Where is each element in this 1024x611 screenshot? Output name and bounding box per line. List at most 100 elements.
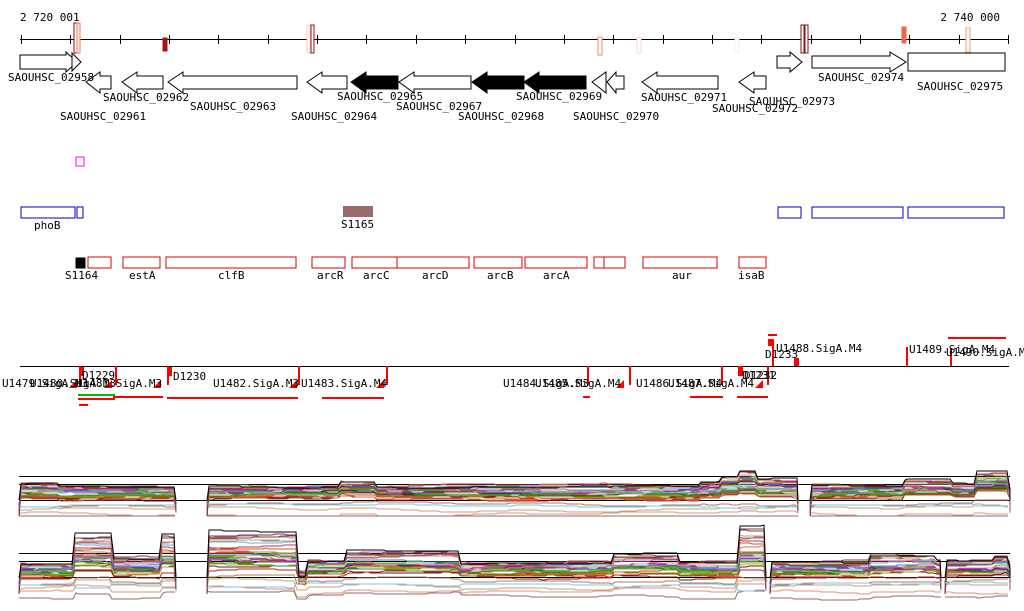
gene-arrow-SAOUHSC_02962[interactable] — [121, 71, 164, 94]
feature-box-arcB[interactable] — [473, 256, 523, 269]
gene-arrow-SAOUHSC_02958[interactable] — [19, 50, 78, 74]
plot-gridline — [19, 553, 1010, 554]
feature-box-phoB-small[interactable] — [76, 206, 84, 219]
feature-box-S1164[interactable] — [75, 257, 86, 269]
gene-label-SAOUHSC_02974: SAOUHSC_02974 — [818, 71, 905, 84]
gene-label-SAOUHSC_02973: SAOUHSC_02973 — [749, 95, 836, 108]
gene-arrow-SAOUHSC_02975[interactable] — [907, 52, 1006, 72]
feature-box-red-unnamed-1[interactable] — [87, 256, 112, 269]
ruler-variant-mark[interactable] — [965, 27, 971, 53]
ruler-variant-mark[interactable] — [597, 36, 603, 56]
gene-label-SAOUHSC_02970-head: SAOUHSC_02970 — [573, 110, 660, 123]
plot-trace-low — [770, 589, 941, 595]
plot-trace-low — [19, 591, 175, 600]
feature-box-blue-right-1[interactable] — [777, 206, 802, 219]
feature-box-red-unnamed-2[interactable] — [593, 256, 605, 269]
plot-trace-low — [207, 510, 799, 517]
plot-trace-low — [19, 507, 175, 511]
ruler-tick — [465, 35, 466, 44]
plot-gridline — [19, 476, 1010, 477]
flag-pole-up[interactable] — [906, 347, 908, 366]
plot-trace-low — [945, 595, 1008, 599]
gene-label-SAOUHSC_02961: SAOUHSC_02961 — [60, 110, 147, 123]
feature-box-arcR[interactable] — [311, 256, 346, 269]
gene-arrow-SAOUHSC_02974[interactable] — [811, 51, 907, 73]
feature-box-arcA[interactable] — [524, 256, 588, 269]
transcript-underline[interactable] — [167, 397, 298, 399]
gene-label-SAOUHSC_02975: SAOUHSC_02975 — [917, 80, 1004, 93]
flag-label-D1230[interactable]: D1230 — [173, 371, 206, 382]
feature-label-phoB: phoB — [34, 219, 61, 232]
ruler-tick — [169, 35, 170, 44]
ruler-tick — [218, 35, 219, 44]
feature-box-clfB[interactable] — [165, 256, 297, 269]
flag-pole-down[interactable] — [629, 366, 631, 385]
gene-label-SAOUHSC_02958: SAOUHSC_02958 — [8, 71, 95, 84]
ruler-tick — [663, 35, 664, 44]
gene-label-SAOUHSC_02969: SAOUHSC_02969 — [516, 90, 603, 103]
flag-dash-up[interactable] — [768, 334, 777, 336]
ruler-variant-mark[interactable] — [804, 24, 809, 54]
plot-trace-low — [945, 591, 1008, 595]
flag-box-up[interactable] — [768, 339, 773, 346]
transcript-underline[interactable] — [737, 396, 768, 398]
feature-label-S1164: S1164 — [65, 269, 99, 282]
ruler-variant-mark[interactable] — [901, 26, 907, 44]
ruler-tick — [909, 35, 910, 44]
feature-box-red-unnamed-3[interactable] — [603, 256, 626, 269]
feature-box-aur[interactable] — [642, 256, 718, 269]
flag-box-down[interactable] — [167, 367, 172, 376]
gene-arrow-SAOUHSC_02963[interactable] — [167, 71, 298, 94]
feature-box-blue-right-2[interactable] — [811, 206, 904, 219]
transcript-underline[interactable] — [79, 404, 88, 406]
ruler-variant-mark[interactable] — [310, 24, 315, 54]
gene-arrow-SAOUHSC_02971[interactable] — [641, 71, 719, 94]
ruler-tick — [515, 35, 516, 44]
ruler-variant-mark[interactable] — [306, 24, 311, 54]
ruler-tick — [811, 35, 812, 44]
feature-box-S1165[interactable] — [343, 206, 373, 217]
flag-label-U1483.SigA.M4[interactable]: U1483.SigA.M4 — [301, 378, 387, 389]
flag-label-D1232[interactable]: D1232 — [744, 370, 777, 381]
transcript-underline[interactable] — [113, 396, 163, 398]
feature-box-arcD[interactable] — [396, 256, 470, 269]
feature-box-isaB[interactable] — [738, 256, 767, 269]
ruler-variant-mark[interactable] — [636, 37, 642, 54]
gene-arrow-SAOUHSC_02970-arrow[interactable] — [606, 70, 625, 95]
feature-label-arcR: arcR — [317, 269, 344, 282]
feature-box-magenta[interactable] — [75, 156, 85, 167]
transcript-underline[interactable] — [78, 394, 115, 396]
ruler-variant-mark[interactable] — [76, 22, 81, 54]
gene-arrow-SAOUHSC_02973[interactable] — [738, 71, 767, 94]
ruler-variant-mark[interactable] — [734, 37, 740, 53]
plot-trace-low — [944, 583, 1008, 586]
feature-box-arcC[interactable] — [351, 256, 398, 269]
ruler-tick — [268, 35, 269, 44]
transcript-underline[interactable] — [583, 396, 590, 398]
feature-label-aur: aur — [672, 269, 692, 282]
ruler-tick — [613, 35, 614, 44]
transcript-underline[interactable] — [690, 396, 723, 398]
ruler-variant-mark[interactable] — [162, 37, 168, 52]
feature-label-estA: estA — [129, 269, 156, 282]
feature-box-phoB[interactable] — [20, 206, 76, 219]
genome-browser: 2 720 001 2 740 000 SAOUHSC_02958 SAOUHSC… — [0, 0, 1024, 611]
gene-arrow-orf-small-fwd[interactable] — [776, 50, 803, 74]
ruler-tick — [860, 35, 861, 44]
feature-box-blue-right-3[interactable] — [907, 206, 1005, 219]
transcript-underline[interactable] — [78, 398, 115, 400]
ruler-tick — [712, 35, 713, 44]
ruler-tick — [564, 35, 565, 44]
flag-label-U1488.SigA.M4[interactable]: U1488.SigA.M4 — [776, 343, 862, 354]
feature-box-estA[interactable] — [122, 256, 161, 269]
flag-label-D1229[interactable]: D1229 — [82, 370, 115, 381]
flag-label-U1490.SigA.M4[interactable]: U1490.SigA.M4 — [946, 347, 1024, 358]
plot-trace-low — [770, 595, 941, 601]
flag-label-U1485.SigA.M4[interactable]: U1485.SigA.M4 — [535, 378, 621, 389]
transcript-underline[interactable] — [322, 397, 384, 399]
ruler-variant-mark[interactable] — [800, 24, 805, 54]
flag-dash-up[interactable] — [948, 337, 1006, 339]
gene-arrow-orf-sliver[interactable] — [71, 51, 82, 73]
feature-label-arcA: arcA — [543, 269, 570, 282]
flag-label-U1482.SigA.M3[interactable]: U1482.SigA.M3 — [213, 378, 299, 389]
